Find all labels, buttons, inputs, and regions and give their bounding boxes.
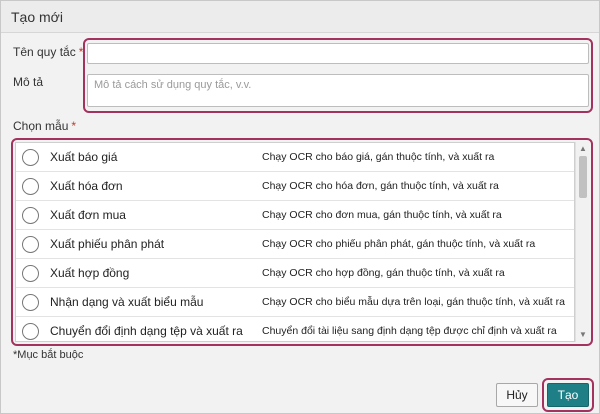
description-textarea[interactable] xyxy=(87,74,589,107)
template-row[interactable]: Xuất báo giá Chạy OCR cho báo giá, gán t… xyxy=(16,143,574,172)
template-row[interactable]: Xuất phiếu phân phát Chạy OCR cho phiếu … xyxy=(16,230,574,259)
scroll-down-icon[interactable]: ▼ xyxy=(578,330,588,339)
template-description: Chạy OCR cho hóa đơn, gán thuộc tính, và… xyxy=(262,180,499,192)
required-asterisk: * xyxy=(78,45,84,59)
template-name: Nhận dạng và xuất biểu mẫu xyxy=(50,295,204,309)
template-row[interactable]: Nhận dạng và xuất biểu mẫu Chạy OCR cho … xyxy=(16,288,574,317)
template-list-scrollbar[interactable]: ▲ ▼ xyxy=(575,142,589,342)
template-description: Chạy OCR cho báo giá, gán thuộc tính, và… xyxy=(262,151,495,163)
template-label-text: Chọn mẫu xyxy=(13,119,69,133)
rule-name-label-text: Tên quy tắc xyxy=(13,45,76,59)
template-description: Chuyển đổi tài liệu sang định dạng tệp đ… xyxy=(262,325,557,337)
template-name: Xuất hóa đơn xyxy=(50,179,123,193)
template-name: Xuất hợp đồng xyxy=(50,266,130,280)
template-row[interactable]: Chuyển đổi định dạng tệp và xuất ra Chuy… xyxy=(16,317,574,341)
template-name: Xuất báo giá xyxy=(50,150,118,164)
cancel-button[interactable]: Hủy xyxy=(496,383,538,407)
scroll-thumb[interactable] xyxy=(579,156,587,198)
template-name: Chuyển đổi định dạng tệp và xuất ra xyxy=(50,324,243,338)
template-name: Xuất phiếu phân phát xyxy=(50,237,165,251)
rule-name-input[interactable] xyxy=(87,43,589,64)
template-description: Chạy OCR cho đơn mua, gán thuộc tính, và… xyxy=(262,209,502,221)
radio-button[interactable] xyxy=(22,149,39,166)
required-asterisk: * xyxy=(71,119,77,133)
dialog-title: Tạo mới xyxy=(11,9,63,25)
template-row[interactable]: Xuất đơn mua Chạy OCR cho đơn mua, gán t… xyxy=(16,201,574,230)
radio-button[interactable] xyxy=(22,207,39,224)
template-description: Chạy OCR cho biểu mẫu dựa trên loại, gán… xyxy=(262,296,565,308)
rule-name-label: Tên quy tắc * xyxy=(13,45,83,59)
description-label: Mô tả xyxy=(13,75,44,89)
template-label: Chọn mẫu * xyxy=(13,119,76,133)
create-dialog: Tạo mới Tên quy tắc* Mô tả Chọn mẫu* Xuấ… xyxy=(0,0,600,414)
required-note: *Mục bắt buộc xyxy=(13,349,84,361)
radio-button[interactable] xyxy=(22,323,39,340)
radio-button[interactable] xyxy=(22,178,39,195)
scroll-up-icon[interactable]: ▲ xyxy=(578,144,588,153)
template-row[interactable]: Xuất hợp đồng Chạy OCR cho hợp đồng, gán… xyxy=(16,259,574,288)
dialog-titlebar: Tạo mới xyxy=(1,1,599,33)
template-list: Xuất báo giá Chạy OCR cho báo giá, gán t… xyxy=(15,142,575,342)
radio-button[interactable] xyxy=(22,236,39,253)
create-button[interactable]: Tạo xyxy=(547,383,589,407)
radio-button[interactable] xyxy=(22,265,39,282)
template-description: Chạy OCR cho hợp đồng, gán thuộc tính, v… xyxy=(262,267,505,279)
template-row[interactable]: Xuất hóa đơn Chạy OCR cho hóa đơn, gán t… xyxy=(16,172,574,201)
template-description: Chạy OCR cho phiếu phân phát, gán thuộc … xyxy=(262,238,536,250)
radio-button[interactable] xyxy=(22,294,39,311)
template-name: Xuất đơn mua xyxy=(50,208,126,222)
